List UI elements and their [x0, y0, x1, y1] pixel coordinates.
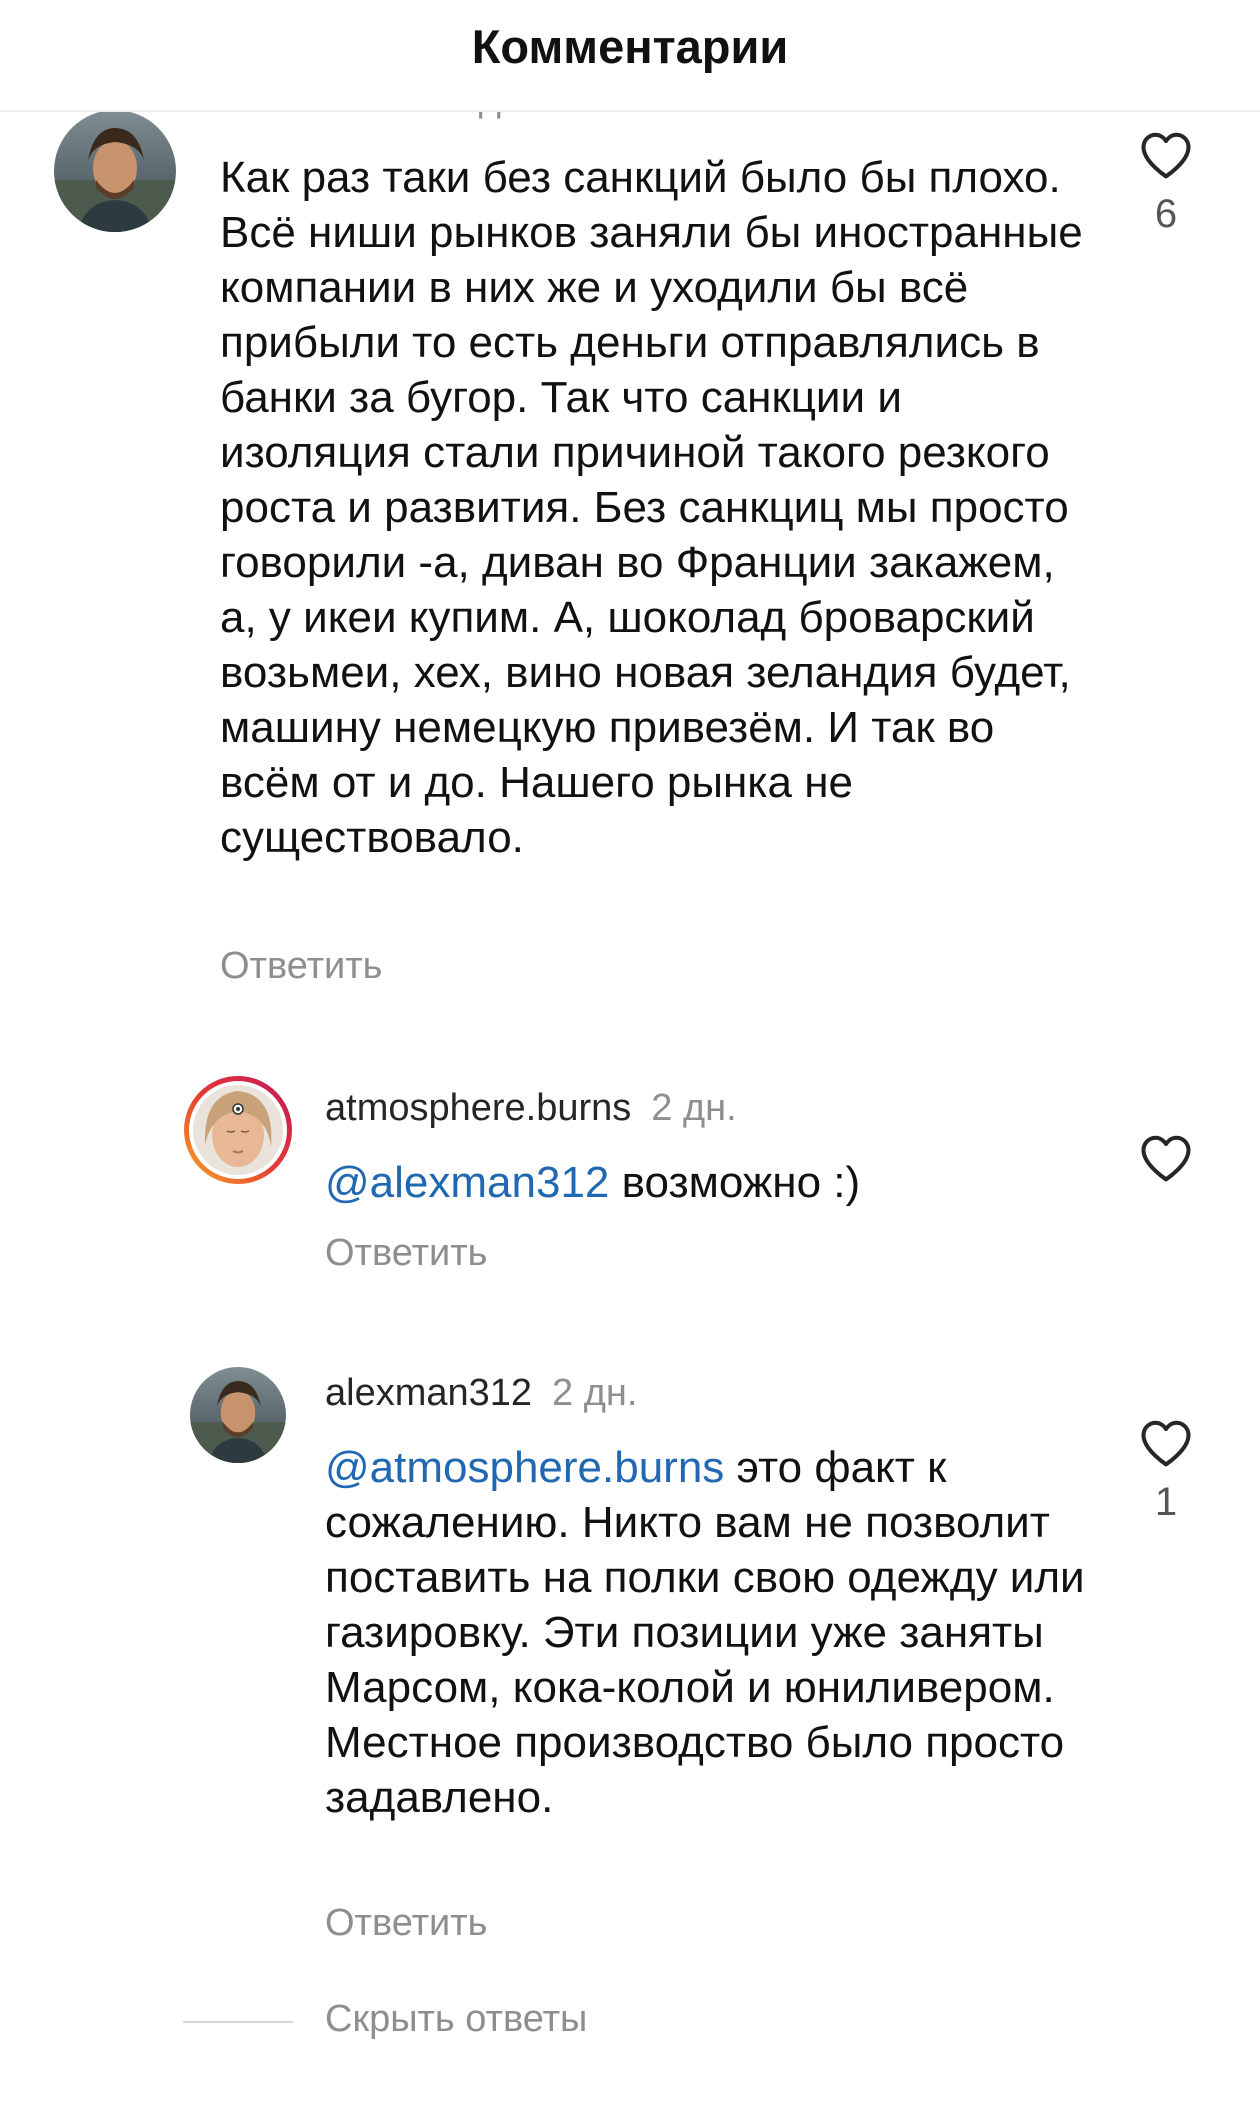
comment-username[interactable]: alexman312: [325, 1372, 532, 1414]
mention-link[interactable]: @alexman312: [325, 1158, 609, 1207]
comment-body: это факт к сожалению. Никто вам не позво…: [325, 1443, 1085, 1822]
header-bar: Комментарии: [0, 0, 1260, 112]
avatar-story-ring[interactable]: [183, 1075, 293, 1185]
comment-time: 2 дн.: [651, 1087, 737, 1129]
hide-replies-button[interactable]: Скрыть ответы: [325, 1998, 587, 2041]
heart-outline-icon: [1136, 130, 1196, 180]
comment-text: @alexman312 возможно :): [325, 1155, 1095, 1210]
like-count: 6: [1154, 192, 1178, 236]
like-button[interactable]: 6: [1136, 130, 1196, 237]
comment-time: 2 дн.: [552, 1372, 638, 1414]
comment-username[interactable]: atmosphere.burns: [325, 1087, 631, 1129]
reply-button[interactable]: Ответить: [325, 1232, 487, 1275]
avatar[interactable]: [190, 1367, 286, 1463]
reply-button[interactable]: Ответить: [220, 945, 382, 988]
heart-outline-icon: [1136, 1133, 1196, 1183]
comment-meta: atmosphere.burns 2 дн.: [325, 1087, 737, 1130]
like-button[interactable]: 1: [1136, 1418, 1196, 1525]
like-button[interactable]: [1136, 1133, 1196, 1195]
comment-body: возможно :): [609, 1158, 861, 1207]
avatar[interactable]: [54, 110, 176, 232]
mention-link[interactable]: @atmosphere.burns: [325, 1443, 724, 1492]
comment-text: @atmosphere.burns это факт к сожалению. …: [325, 1440, 1095, 1825]
heart-outline-icon: [1136, 1418, 1196, 1468]
like-count: 1: [1154, 1480, 1178, 1524]
page-title: Комментарии: [471, 19, 789, 73]
comment-meta: alexman312 2 дн.: [325, 1372, 637, 1415]
comment-text: Как раз таки без санкций было бы плохо. …: [220, 153, 1083, 862]
hide-replies-divider: [183, 2021, 293, 2023]
reply-button[interactable]: Ответить: [325, 1902, 487, 1945]
